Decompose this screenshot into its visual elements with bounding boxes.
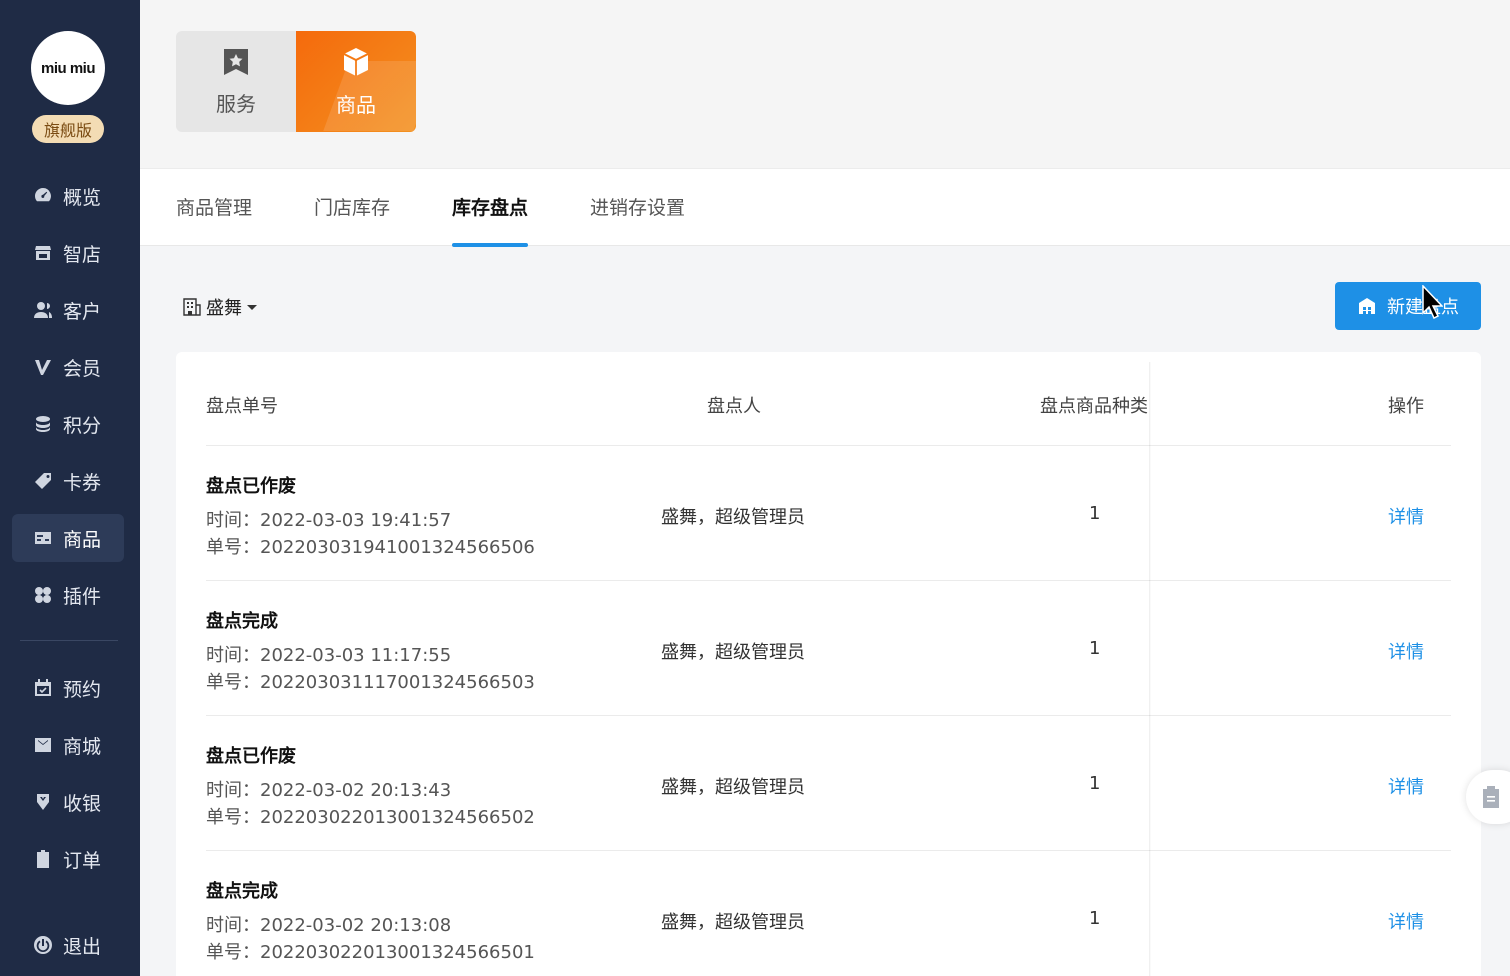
header-number: 盘点单号 — [206, 396, 278, 417]
new-stocktake-button[interactable]: 新建盘点 — [1335, 282, 1481, 330]
nav-item-customer[interactable]: 客户 — [12, 286, 124, 334]
brand-logo[interactable]: miu miu — [31, 31, 105, 105]
sidebar: miu miu 旗舰版 概览 智店 客户 会员 积分 卡券 商品 插件 预约 商… — [0, 0, 140, 976]
detail-link[interactable]: 详情 — [1388, 773, 1424, 799]
table-row: 盘点已作废 时间：2022-03-03 19:41:57 单号：20220303… — [206, 445, 1451, 580]
nav-item-order[interactable]: 订单 — [12, 835, 124, 883]
clipboard-icon — [1483, 786, 1499, 808]
store-icon — [32, 242, 54, 264]
store-selector[interactable]: 盛舞 — [182, 294, 257, 320]
row-count: 1 — [1089, 908, 1101, 929]
nav-item-member[interactable]: 会员 — [12, 343, 124, 391]
row-time: 时间：2022-03-02 20:13:08 — [206, 915, 452, 936]
nav-label: 概览 — [63, 186, 102, 209]
row-time: 时间：2022-03-03 19:41:57 — [206, 510, 452, 531]
nav-label: 积分 — [63, 414, 102, 437]
nav-item-coupon[interactable]: 卡券 — [12, 457, 124, 505]
nav-item-store[interactable]: 智店 — [12, 229, 124, 277]
nav-item-cashier[interactable]: 收银 — [12, 778, 124, 826]
row-number: 单号：202203022013001324566501 — [206, 942, 535, 963]
nav-label: 会员 — [63, 357, 102, 380]
row-number: 单号：202203031117001324566503 — [206, 672, 535, 693]
nav-label: 卡券 — [63, 471, 102, 494]
logo-text: miu miu — [40, 59, 96, 77]
nav-label: 商品 — [63, 528, 102, 551]
logout-label: 退出 — [63, 935, 102, 958]
warehouse-icon — [1359, 298, 1375, 314]
category-service[interactable]: 服务 — [176, 31, 296, 132]
row-person: 盛舞，超级管理员 — [661, 507, 805, 528]
cashier-icon — [32, 791, 54, 813]
row-count: 1 — [1089, 503, 1101, 524]
nav-item-goods[interactable]: 商品 — [12, 514, 124, 562]
nav-label: 预约 — [63, 678, 102, 701]
category-bar: 服务 商品 — [140, 0, 1510, 168]
order-icon — [32, 848, 54, 870]
logout-button[interactable]: 退出 — [12, 921, 124, 969]
nav-label: 收银 — [63, 792, 102, 815]
row-status: 盘点已作废 — [206, 476, 296, 497]
detail-link[interactable]: 详情 — [1388, 503, 1424, 529]
nav-item-plugin[interactable]: 插件 — [12, 571, 124, 619]
table-row: 盘点完成 时间：2022-03-03 11:17:55 单号：202203031… — [206, 580, 1451, 715]
bookmark-star-icon — [222, 47, 250, 82]
mall-icon — [32, 734, 54, 756]
category-label: 商品 — [336, 92, 376, 117]
tab-inventory-settings[interactable]: 进销存设置 — [590, 169, 685, 247]
tab-goods-management[interactable]: 商品管理 — [176, 169, 252, 247]
sub-tabs: 商品管理 门店库存 库存盘点 进销存设置 — [140, 168, 1510, 247]
customer-icon — [32, 299, 54, 321]
header-count: 盘点商品种类 — [1040, 396, 1148, 417]
category-label: 服务 — [216, 91, 256, 116]
table-row: 盘点完成 时间：2022-03-02 20:13:08 单号：202203022… — [206, 850, 1451, 976]
mouse-cursor — [1421, 284, 1444, 323]
dashboard-icon — [32, 185, 54, 207]
vip-icon — [32, 356, 54, 378]
fixed-column-shadow — [1149, 362, 1151, 976]
row-count: 1 — [1089, 773, 1101, 794]
row-status: 盘点完成 — [206, 611, 278, 632]
header-action: 操作 — [1388, 396, 1424, 417]
plugin-icon — [32, 584, 54, 606]
nav-label: 客户 — [63, 300, 102, 323]
row-person: 盛舞，超级管理员 — [661, 912, 805, 933]
row-number: 单号：202203031941001324566506 — [206, 537, 535, 558]
row-status: 盘点完成 — [206, 881, 278, 902]
tab-stocktake[interactable]: 库存盘点 — [452, 169, 529, 247]
nav-item-booking[interactable]: 预约 — [12, 664, 124, 712]
nav-item-mall[interactable]: 商城 — [12, 721, 124, 769]
power-icon — [32, 934, 54, 956]
nav-item-overview[interactable]: 概览 — [12, 172, 124, 220]
table-row: 盘点已作废 时间：2022-03-02 20:13:43 单号：20220302… — [206, 715, 1451, 850]
category-goods[interactable]: 商品 — [296, 31, 416, 132]
row-time: 时间：2022-03-02 20:13:43 — [206, 780, 452, 801]
detail-link[interactable]: 详情 — [1388, 908, 1424, 934]
edition-badge: 旗舰版 — [32, 115, 104, 143]
sidebar-divider — [20, 640, 118, 641]
tab-store-inventory[interactable]: 门店库存 — [314, 169, 390, 247]
coupon-icon — [32, 470, 54, 492]
nav-label: 订单 — [63, 849, 102, 872]
caret-down-icon — [247, 304, 257, 310]
box-icon — [341, 46, 371, 83]
row-time: 时间：2022-03-03 11:17:55 — [206, 645, 452, 666]
row-number: 单号：202203022013001324566502 — [206, 807, 535, 828]
stocktake-table: 盘点单号 盘点人 盘点商品种类 操作 盘点已作废 时间：2022-03-03 1… — [176, 352, 1481, 976]
nav-label: 智店 — [63, 243, 102, 266]
detail-link[interactable]: 详情 — [1388, 638, 1424, 664]
header-person: 盘点人 — [707, 396, 761, 417]
row-person: 盛舞，超级管理员 — [661, 777, 805, 798]
store-name: 盛舞 — [206, 298, 242, 319]
nav-label: 商城 — [63, 735, 102, 758]
goods-icon — [32, 527, 54, 549]
row-person: 盛舞，超级管理员 — [661, 642, 805, 663]
building-icon — [183, 298, 201, 316]
row-count: 1 — [1089, 638, 1101, 659]
nav-label: 插件 — [63, 585, 102, 608]
calendar-icon — [32, 677, 54, 699]
nav-item-points[interactable]: 积分 — [12, 400, 124, 448]
points-icon — [32, 413, 54, 435]
row-status: 盘点已作废 — [206, 746, 296, 767]
